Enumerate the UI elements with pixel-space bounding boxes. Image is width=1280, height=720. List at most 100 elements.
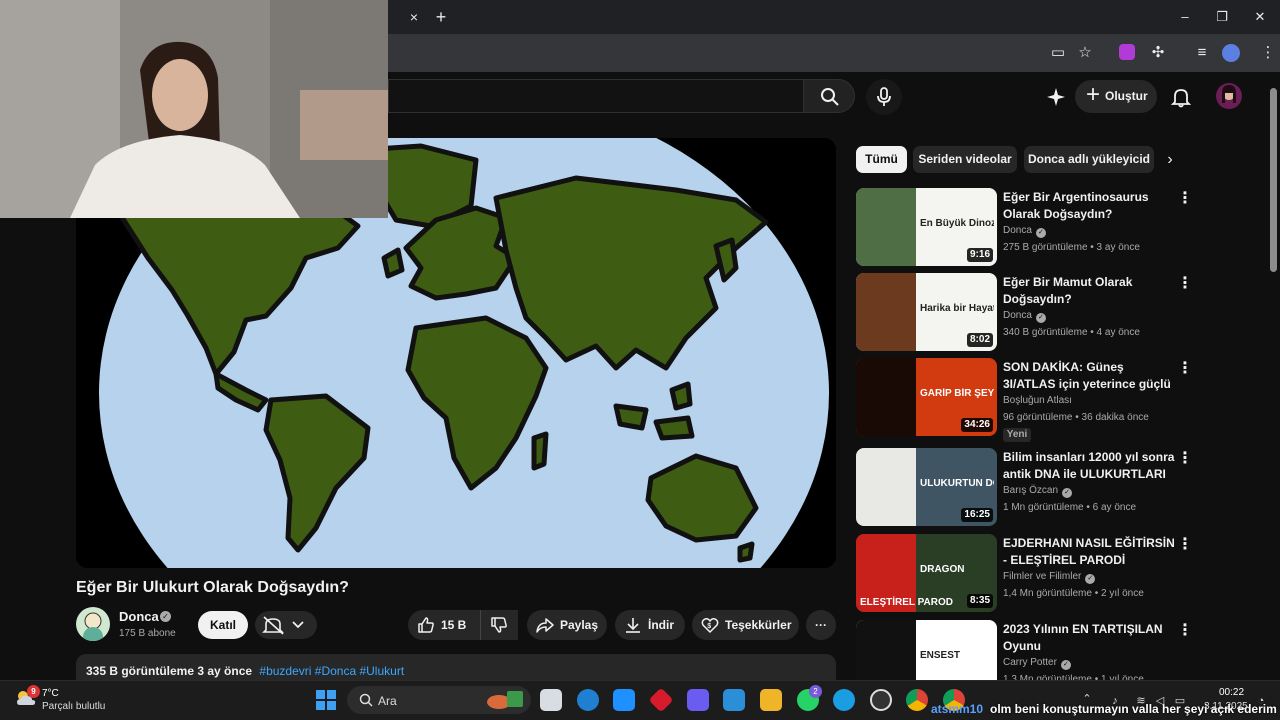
puzzle-extensions-icon[interactable]: ✣ [1147,42,1169,64]
channel-name[interactable]: Donca [119,609,159,624]
weather-description: Parçalı bulutlu [42,701,106,712]
download-icon [626,618,640,633]
chip-uploader[interactable]: Donca adlı yükleyicid [1024,146,1154,173]
clock-time[interactable]: 00:22 [1219,687,1244,698]
task-view-icon[interactable] [540,689,562,711]
related-thumbnail[interactable]: DRAGON ELEŞTİREL PAROD 8:35 [856,534,997,612]
cast-icon[interactable]: ▭ [1047,42,1069,64]
plus-icon: + [1085,81,1100,108]
thumbnail-subtext: ELEŞTİREL PAROD [860,597,953,608]
search-button[interactable] [803,79,855,113]
subscribed-notifications-button[interactable] [255,611,317,639]
scrollbar-thumb[interactable] [1270,88,1277,272]
whatsapp-badge: 2 [809,685,822,698]
related-thumbnail[interactable]: Harika bir Hayat 8:02 [856,273,997,351]
microphone-icon [877,87,891,106]
verified-icon: ✓ [1060,660,1071,670]
notification-bell-icon[interactable]: ◔ [1254,694,1268,708]
thumbs-down-icon [491,617,507,633]
related-meta: 275 B görüntüleme • 3 ay önce [1003,242,1140,253]
verified-icon: ✓ [1085,574,1096,584]
photos-icon[interactable] [723,689,745,711]
related-video-title[interactable]: SON DAKİKA: Güneş 3I/ATLAS için yeterinc… [1003,359,1175,393]
close-window-button[interactable]: ✕ [1245,6,1275,28]
new-tab-button[interactable]: + [432,8,450,26]
kebab-menu-icon[interactable]: ⋮ [1177,622,1193,640]
more-actions-button[interactable]: ··· [806,610,836,640]
volume-icon[interactable]: ◁ [1153,694,1167,708]
related-video-title[interactable]: Eğer Bir Argentinosaurus Olarak Doğsaydı… [1003,189,1175,223]
kebab-menu-icon[interactable]: ⋮ [1177,536,1193,554]
related-thumbnail[interactable]: En Büyük Dinozor 9:16 [856,188,997,266]
hashtags[interactable]: #buzdevri #Donca #Ulukurt [259,664,404,678]
minimize-button[interactable]: – [1170,6,1200,28]
copilot-icon[interactable] [687,689,709,711]
svg-text:$: $ [707,623,711,630]
kebab-menu-icon[interactable]: ⋮ [1177,450,1193,468]
edge-icon[interactable] [833,689,855,711]
related-channel[interactable]: Donca ✓ [1003,310,1046,323]
related-channel-name: Donca [1003,310,1032,321]
browser-menu-icon[interactable]: ⋮ [1257,42,1279,64]
thumbnail-text: DRAGON [920,564,965,575]
sparkle-create-icon[interactable] [1045,86,1067,108]
help-icon[interactable] [577,689,599,711]
chevron-right-icon[interactable]: › [1160,150,1180,170]
kebab-menu-icon[interactable]: ⋮ [1177,190,1193,208]
browser-profile-icon[interactable] [1222,44,1240,62]
chip-all[interactable]: Tümü [856,146,907,173]
taskbar-search-label: Ara [378,694,397,708]
related-video-title[interactable]: 2023 Yılının EN TARTIŞILAN Oyunu [1003,621,1175,655]
join-button[interactable]: Katıl [198,611,248,639]
related-channel-name: Donca [1003,225,1032,236]
wifi-icon[interactable]: ≋ [1134,694,1148,708]
related-video-title[interactable]: Bilim insanları 12000 yıl sonra antik DN… [1003,449,1175,483]
dislike-button[interactable] [480,610,518,640]
channel-avatar[interactable] [76,607,110,641]
related-channel[interactable]: Carry Potter ✓ [1003,657,1071,670]
related-channel[interactable]: Barış Özcan ✓ [1003,485,1073,498]
tab-close-icon[interactable]: × [405,8,423,26]
related-channel-name: Barış Özcan [1003,485,1059,496]
share-icon [536,618,554,633]
related-channel[interactable]: Donca ✓ [1003,225,1046,238]
account-avatar[interactable] [1216,83,1242,109]
related-channel-name: Carry Potter [1003,657,1057,668]
like-count: 15 B [441,618,467,632]
windows-start-icon[interactable] [316,690,336,710]
video-duration: 34:26 [961,418,993,432]
chrome-icon[interactable] [906,689,928,711]
battery-icon[interactable]: ▭ [1173,694,1187,708]
maximize-button[interactable]: ❐ [1207,6,1237,28]
bookmark-star-icon[interactable]: ☆ [1074,42,1096,64]
description-line: 335 B görüntüleme 3 ay önce #buzdevri #D… [86,664,404,678]
kebab-menu-icon[interactable]: ⋮ [1177,275,1193,293]
mic-tray-icon[interactable]: ♪ [1108,694,1122,708]
related-video-title[interactable]: EJDERHANI NASIL EĞİTİRSİN - ELEŞTİREL PA… [1003,535,1175,569]
thanks-button[interactable]: $ Teşekkürler [692,610,799,640]
search-input[interactable] [388,79,803,113]
clock-date[interactable]: 3.11.2025 [1204,701,1248,712]
thumbnail-text: ENSEST [920,650,961,661]
bell-icon[interactable] [1170,86,1192,108]
media-control-icon[interactable]: ≡ [1191,42,1213,64]
file-explorer-icon[interactable] [760,689,782,711]
voice-search-button[interactable] [866,79,902,115]
tray-chevron-icon[interactable]: ⌃ [1080,692,1094,706]
taskbar-search[interactable] [347,686,531,714]
thumbnail-text: En Büyük Dinozor [920,218,994,229]
obs-icon[interactable] [870,689,892,711]
share-button[interactable]: Paylaş [527,610,607,640]
related-channel[interactable]: Boşluğun Atlası [1003,395,1072,406]
download-button[interactable]: İndir [615,610,685,640]
extension-icon[interactable] [1119,44,1135,60]
related-channel[interactable]: Filmler ve Filimler ✓ [1003,571,1096,584]
related-thumbnail[interactable]: GARİP BİR ŞEYLER OLUYOR 34:26 [856,358,997,436]
create-button-label: Oluştur [1105,89,1148,103]
related-video-title[interactable]: Eğer Bir Mamut Olarak Doğsaydın? [1003,274,1175,308]
chip-series-videos[interactable]: Seriden videolar [913,146,1017,173]
kebab-menu-icon[interactable]: ⋮ [1177,360,1193,378]
thumbnail-artwork [856,448,916,526]
store-icon[interactable] [613,689,635,711]
related-thumbnail[interactable]: ULUKURTUN DÖNÜŞÜ 16:25 [856,448,997,526]
